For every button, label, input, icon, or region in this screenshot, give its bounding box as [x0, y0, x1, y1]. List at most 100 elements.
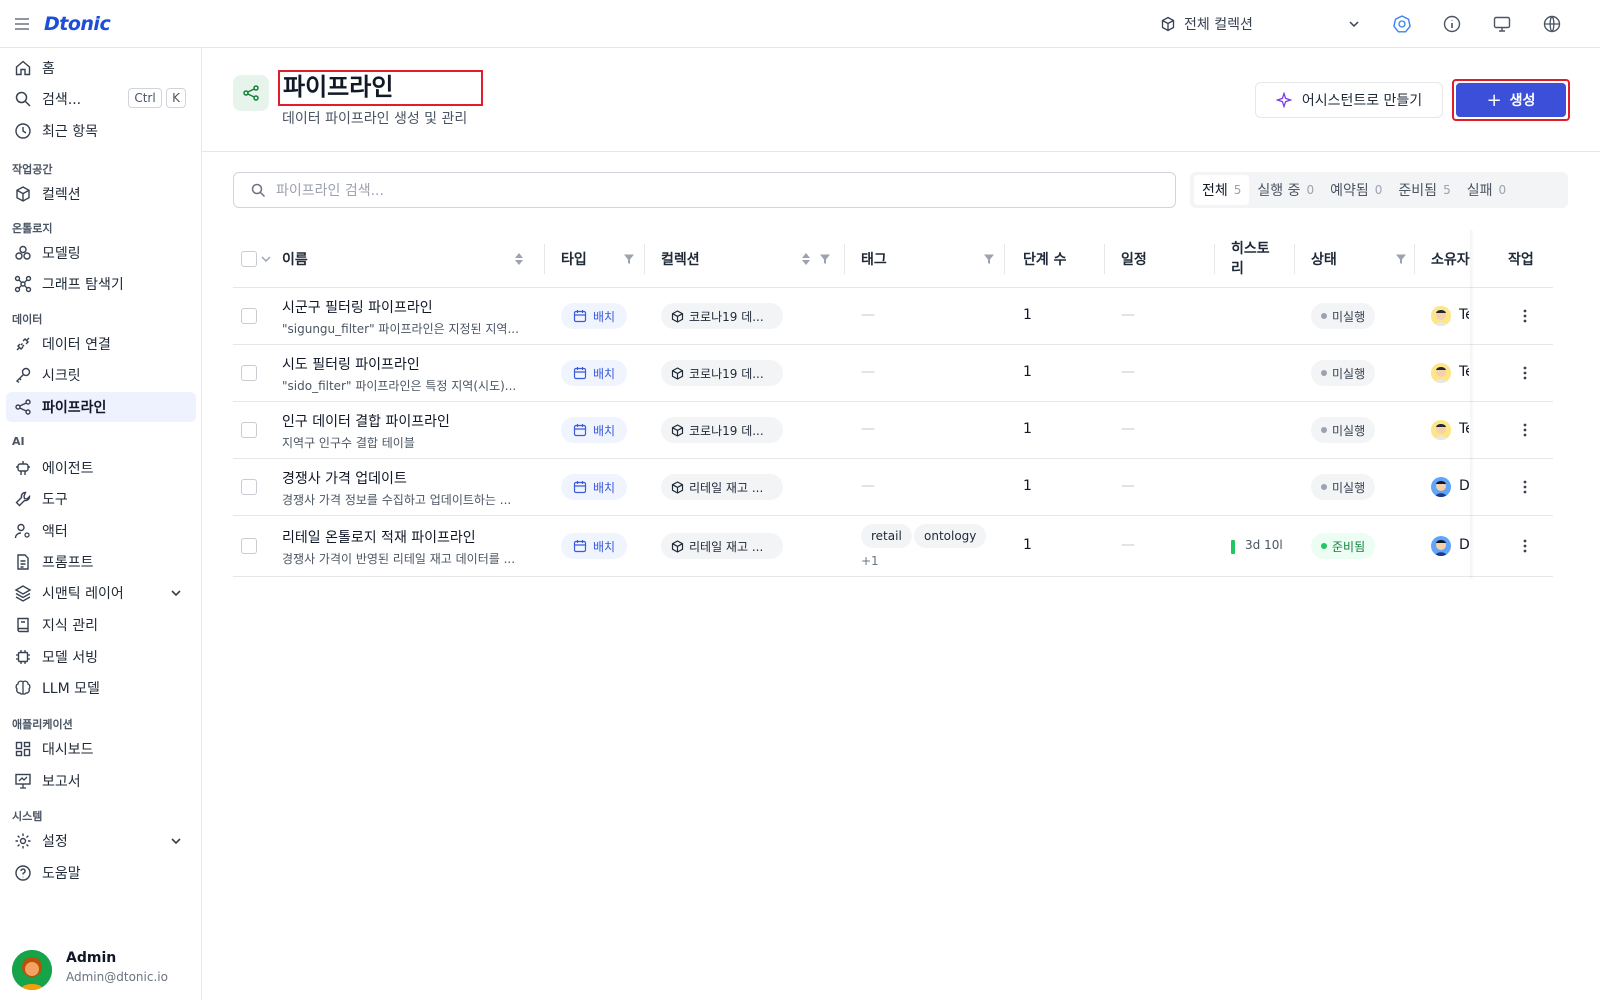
table-row[interactable]: 인구 데이터 결합 파이프라인 지역구 인구수 결합 테이블 배치 코로나19 …: [233, 402, 1553, 459]
tag-chip[interactable]: ontology: [914, 524, 987, 548]
more-actions-icon[interactable]: [1517, 365, 1533, 381]
status-dot: [1321, 543, 1327, 549]
column-header-name[interactable]: 이름: [282, 230, 524, 288]
filter-tab-ready[interactable]: 준비됨 5: [1390, 175, 1458, 205]
sidebar-item-dashboard[interactable]: 대시보드: [6, 734, 196, 764]
table-row[interactable]: 리테일 온톨로지 적재 파이프라인 경쟁사 가격이 반영된 리테일 재고 데이터…: [233, 516, 1553, 577]
pipeline-search-input[interactable]: 파이프라인 검색...: [233, 172, 1176, 208]
filter-tab-all[interactable]: 전체 5: [1194, 175, 1250, 205]
collection-badge[interactable]: 코로나19 데...: [661, 417, 783, 443]
table-row[interactable]: 시군구 필터링 파이프라인 "sigungu_filter" 파이프라인은 지정…: [233, 288, 1553, 345]
avatar: [12, 950, 52, 990]
presentation-icon: [14, 772, 32, 790]
filter-tab-scheduled[interactable]: 예약됨 0: [1322, 175, 1390, 205]
monitor-icon[interactable]: [1492, 14, 1512, 34]
column-header-tags[interactable]: 태그: [861, 230, 1001, 288]
sidebar-item-data-connection[interactable]: 데이터 연결: [6, 329, 196, 359]
collection-badge[interactable]: 코로나19 데...: [661, 360, 783, 386]
sidebar-item-home[interactable]: 홈: [6, 53, 196, 83]
tag-chip[interactable]: retail: [861, 524, 912, 548]
kbd-k: K: [166, 88, 186, 108]
sort-icon[interactable]: [801, 252, 811, 266]
select-all-checkbox[interactable]: [241, 251, 257, 267]
app-logo[interactable]: Dtonic: [44, 13, 111, 35]
assistant-create-button[interactable]: 어시스턴트로 만들기: [1255, 82, 1443, 118]
sidebar-item-prompts[interactable]: 프롬프트: [6, 547, 196, 577]
create-button[interactable]: + 생성: [1452, 79, 1570, 121]
collection-badge[interactable]: 코로나19 데...: [661, 303, 783, 329]
sidebar-item-agents[interactable]: 에이전트: [6, 453, 196, 483]
table-row[interactable]: 경쟁사 가격 업데이트 경쟁사 가격 정보를 수집하고 업데이트하는 ... 배…: [233, 459, 1553, 516]
collection-badge[interactable]: 리테일 재고 ...: [661, 533, 783, 559]
home-icon: [14, 59, 32, 77]
column-header-owner[interactable]: 소유자: [1431, 230, 1471, 288]
type-badge: 배치: [561, 417, 627, 443]
sidebar-item-label: 도움말: [42, 866, 81, 882]
pipeline-name[interactable]: 시도 필터링 파이프라인: [282, 354, 420, 374]
sidebar-item-reports[interactable]: 보고서: [6, 766, 196, 796]
sidebar-item-semantic-layer[interactable]: 시맨틱 레이어: [6, 578, 196, 608]
more-actions-icon[interactable]: [1517, 538, 1533, 554]
cube-icon: [671, 366, 684, 380]
row-checkbox[interactable]: [241, 538, 257, 554]
more-actions-icon[interactable]: [1517, 308, 1533, 324]
kubernetes-icon[interactable]: [1392, 14, 1412, 34]
user-profile[interactable]: Admin Admin@dtonic.io: [12, 948, 192, 992]
sidebar-item-model-serving[interactable]: 모델 서빙: [6, 642, 196, 672]
pipeline-name[interactable]: 경쟁사 가격 업데이트: [282, 468, 407, 488]
select-menu-chevron-icon[interactable]: [260, 230, 272, 288]
sidebar-item-tools[interactable]: 도구: [6, 484, 196, 514]
column-header-type[interactable]: 타입: [561, 230, 641, 288]
row-checkbox[interactable]: [241, 479, 257, 495]
sidebar-item-recent[interactable]: 최근 항목: [6, 116, 196, 146]
more-actions-icon[interactable]: [1517, 479, 1533, 495]
wrench-icon: [14, 490, 32, 508]
more-actions-icon[interactable]: [1517, 422, 1533, 438]
tag-more[interactable]: +1: [861, 554, 879, 568]
collection-badge[interactable]: 리테일 재고 ...: [661, 474, 783, 500]
row-checkbox[interactable]: [241, 422, 257, 438]
sidebar-item-search[interactable]: 검색... Ctrl K: [6, 84, 196, 114]
filter-tab-running[interactable]: 실행 중 0: [1249, 175, 1322, 205]
row-checkbox[interactable]: [241, 308, 257, 324]
sidebar-item-llm-models[interactable]: LLM 모델: [6, 673, 196, 703]
clock-icon: [14, 122, 32, 140]
row-checkbox[interactable]: [241, 365, 257, 381]
sparkle-icon: [1275, 92, 1292, 108]
column-header-schedule[interactable]: 일정: [1121, 230, 1211, 288]
column-header-steps[interactable]: 단계 수: [1023, 230, 1103, 288]
collection-selector[interactable]: 전체 컬렉션: [1160, 12, 1362, 36]
filter-icon[interactable]: [1395, 253, 1407, 265]
pipeline-name[interactable]: 시군구 필터링 파이프라인: [282, 297, 433, 317]
column-header-history[interactable]: 히스토리: [1231, 230, 1271, 288]
filter-icon[interactable]: [983, 253, 995, 265]
type-badge-label: 배치: [592, 423, 616, 438]
pipeline-name[interactable]: 인구 데이터 결합 파이프라인: [282, 411, 450, 431]
menu-icon[interactable]: [12, 14, 32, 34]
sidebar-item-label: 컬렉션: [42, 187, 81, 203]
table-row[interactable]: 시도 필터링 파이프라인 "sido_filter" 파이프라인은 특정 지역(…: [233, 345, 1553, 402]
sidebar-item-knowledge[interactable]: 지식 관리: [6, 610, 196, 640]
filter-tab-failed[interactable]: 실패 0: [1459, 175, 1514, 205]
pipeline-name[interactable]: 리테일 온톨로지 적재 파이프라인: [282, 527, 476, 547]
info-icon[interactable]: [1442, 14, 1462, 34]
column-header-collection[interactable]: 컬렉션: [661, 230, 841, 288]
globe-icon[interactable]: [1542, 14, 1562, 34]
sidebar-item-graph-explorer[interactable]: 그래프 탐색기: [6, 269, 196, 299]
history-bar[interactable]: [1231, 540, 1235, 554]
sidebar-item-settings[interactable]: 설정: [6, 826, 196, 856]
sidebar-item-collections[interactable]: 컬렉션: [6, 179, 196, 209]
sort-icon[interactable]: [514, 252, 524, 266]
sidebar-item-modeling[interactable]: 모델링: [6, 238, 196, 268]
sidebar-item-secrets[interactable]: 시크릿: [6, 360, 196, 390]
sidebar-item-actors[interactable]: 액터: [6, 516, 196, 546]
collection-badge-label: 코로나19 데...: [689, 309, 764, 324]
column-divider: [1004, 244, 1005, 274]
filter-icon[interactable]: [623, 253, 635, 265]
column-header-status[interactable]: 상태: [1311, 230, 1411, 288]
sidebar-item-help[interactable]: 도움말: [6, 858, 196, 888]
owner-name: D: [1459, 478, 1469, 494]
filter-icon[interactable]: [819, 253, 831, 265]
sidebar-item-pipeline[interactable]: 파이프라인: [6, 392, 196, 422]
column-divider: [644, 244, 645, 274]
